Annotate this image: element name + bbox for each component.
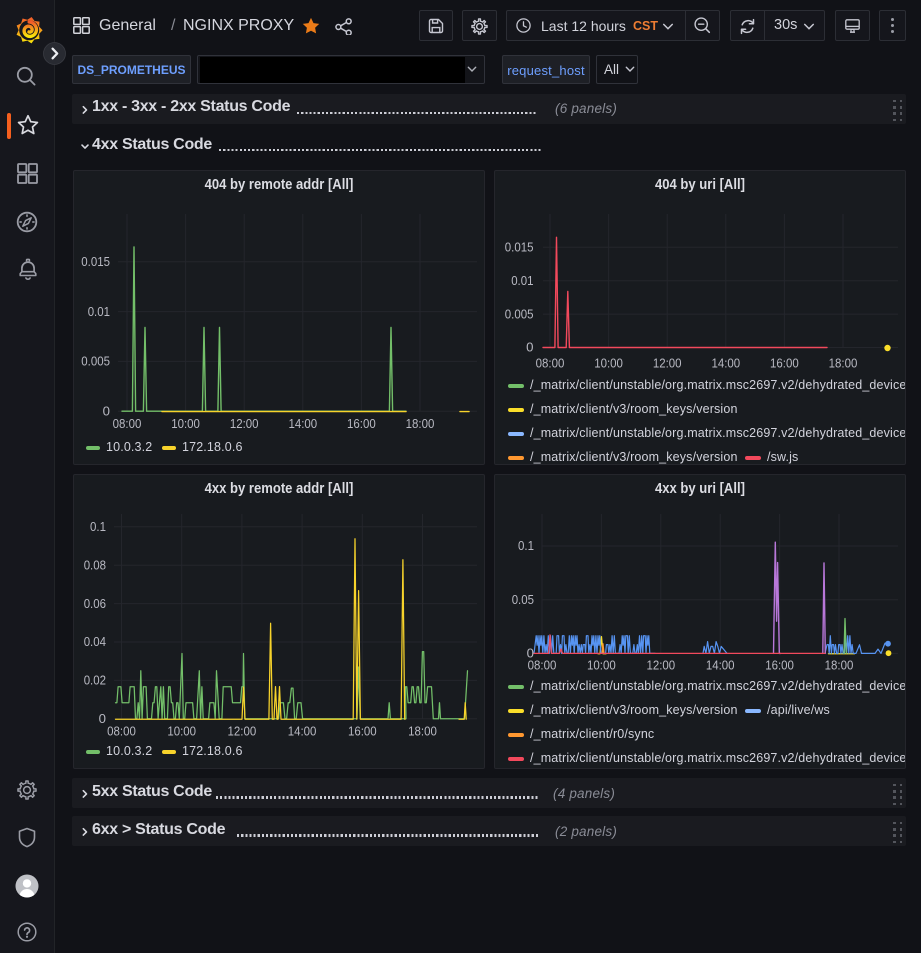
svg-text:14:00: 14:00 xyxy=(288,416,317,431)
svg-text:10:00: 10:00 xyxy=(167,724,196,739)
svg-text:08:00: 08:00 xyxy=(113,416,142,431)
svg-text:0: 0 xyxy=(103,403,110,418)
svg-text:0.1: 0.1 xyxy=(90,519,106,534)
svg-text:0.02: 0.02 xyxy=(84,673,106,688)
svg-text:18:00: 18:00 xyxy=(408,724,437,739)
svg-text:12:00: 12:00 xyxy=(228,724,257,739)
svg-text:0.015: 0.015 xyxy=(505,240,534,255)
svg-text:0.015: 0.015 xyxy=(81,254,110,269)
svg-text:12:00: 12:00 xyxy=(646,658,675,673)
svg-text:18:00: 18:00 xyxy=(825,658,854,673)
svg-text:14:00: 14:00 xyxy=(288,724,317,739)
svg-text:16:00: 16:00 xyxy=(765,658,794,673)
svg-text:0: 0 xyxy=(99,711,106,726)
svg-text:18:00: 18:00 xyxy=(829,356,858,371)
svg-text:10:00: 10:00 xyxy=(587,658,616,673)
svg-text:0.06: 0.06 xyxy=(84,596,106,611)
svg-text:12:00: 12:00 xyxy=(230,416,259,431)
svg-text:16:00: 16:00 xyxy=(770,356,799,371)
svg-text:0.08: 0.08 xyxy=(84,557,106,572)
svg-text:12:00: 12:00 xyxy=(653,356,682,371)
svg-text:0: 0 xyxy=(526,340,533,355)
svg-text:0.04: 0.04 xyxy=(84,634,106,649)
svg-text:18:00: 18:00 xyxy=(406,416,435,431)
svg-text:08:00: 08:00 xyxy=(528,658,557,673)
svg-text:0.1: 0.1 xyxy=(518,538,534,553)
svg-text:10:00: 10:00 xyxy=(594,356,623,371)
svg-text:08:00: 08:00 xyxy=(536,356,565,371)
svg-text:0.05: 0.05 xyxy=(512,592,534,607)
svg-text:10:00: 10:00 xyxy=(171,416,200,431)
svg-text:0.01: 0.01 xyxy=(88,304,110,319)
svg-text:14:00: 14:00 xyxy=(706,658,735,673)
svg-text:0.005: 0.005 xyxy=(81,354,110,369)
svg-text:14:00: 14:00 xyxy=(711,356,740,371)
svg-text:08:00: 08:00 xyxy=(107,724,136,739)
svg-text:0.005: 0.005 xyxy=(505,306,534,321)
svg-text:16:00: 16:00 xyxy=(348,724,377,739)
svg-text:16:00: 16:00 xyxy=(347,416,376,431)
svg-text:0.01: 0.01 xyxy=(511,273,533,288)
